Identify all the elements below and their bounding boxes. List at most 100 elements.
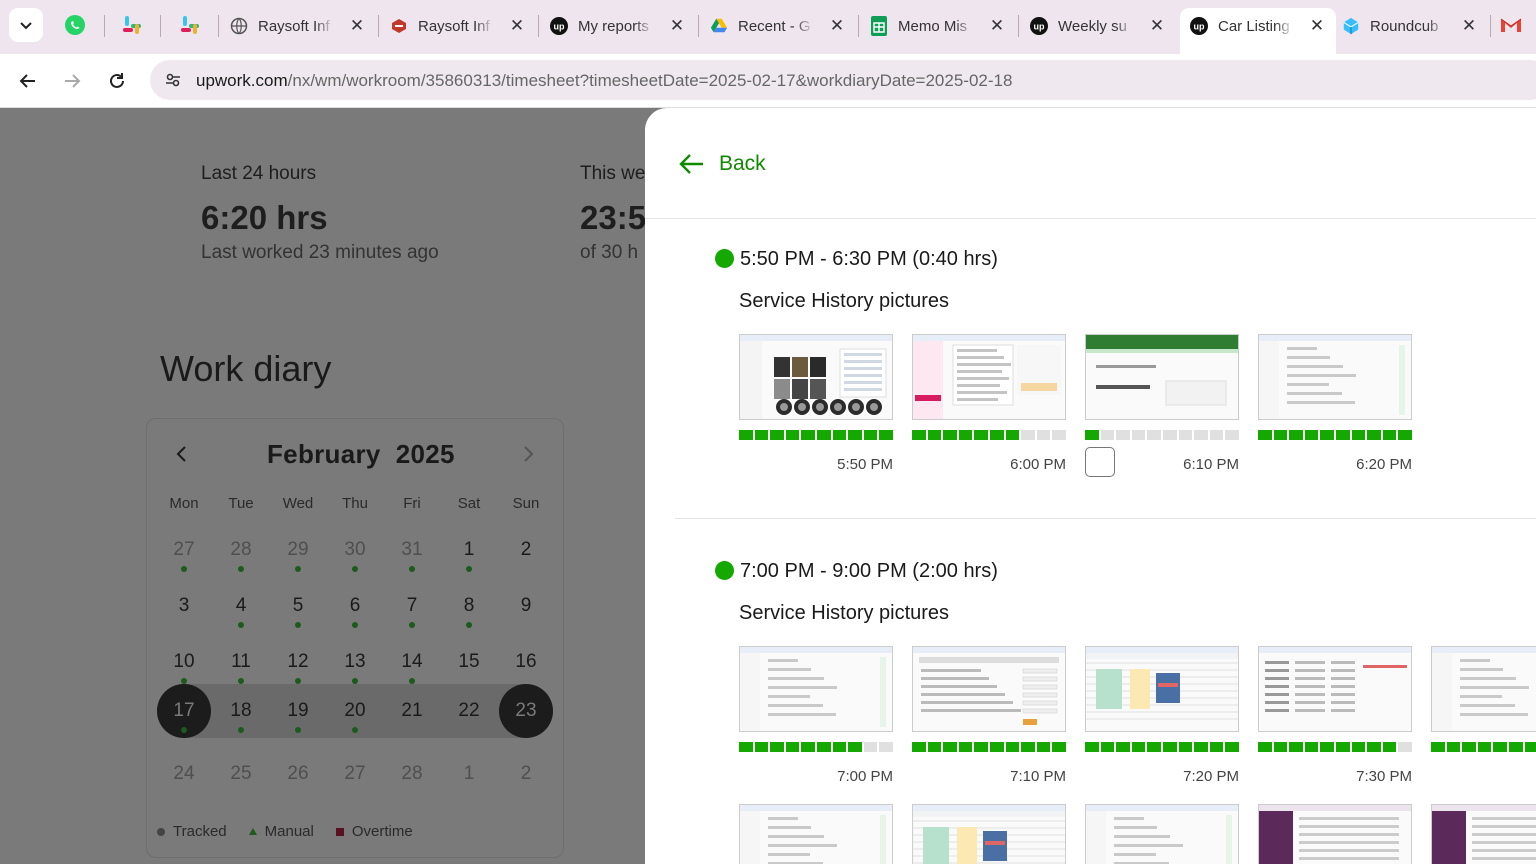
calendar-day[interactable]: 10: [157, 635, 211, 689]
screenshot-select-checkbox[interactable]: [1085, 447, 1115, 477]
calendar-day[interactable]: 11: [214, 635, 268, 689]
calendar-day[interactable]: 26: [271, 747, 325, 801]
calendar-day[interactable]: 28: [385, 747, 439, 801]
day-number: 2: [520, 539, 532, 560]
calendar-day[interactable]: 30: [328, 523, 382, 577]
calendar-day[interactable]: 15: [442, 635, 496, 689]
screenshot-card[interactable]: 6:20 PM: [1258, 334, 1412, 473]
calendar-day[interactable]: 14: [385, 635, 439, 689]
screenshot-thumbnail[interactable]: [912, 334, 1066, 420]
calendar-day[interactable]: 18: [214, 684, 268, 738]
calendar-day[interactable]: 16: [499, 635, 553, 689]
pinned-tab-slack-2[interactable]: [175, 10, 205, 40]
screenshot-card[interactable]: 7: [1431, 646, 1536, 785]
calendar-day[interactable]: 28: [214, 523, 268, 577]
calendar-day[interactable]: 19: [271, 684, 325, 738]
calendar-day[interactable]: 21: [385, 684, 439, 738]
calendar-day[interactable]: 27: [157, 523, 211, 577]
calendar-day[interactable]: 2: [499, 523, 553, 577]
calendar-day[interactable]: 12: [271, 635, 325, 689]
calendar-day[interactable]: 2: [499, 747, 553, 801]
screenshot-card[interactable]: 7:20 PM: [1085, 646, 1239, 785]
browser-tab-active[interactable]: up Car Listing ✕: [1180, 8, 1336, 54]
weekday-header: Mon: [169, 495, 199, 512]
screenshot-card[interactable]: [1431, 804, 1536, 864]
screenshot-thumbnail[interactable]: [912, 646, 1066, 732]
calendar-day[interactable]: 9: [499, 579, 553, 633]
close-tab-icon[interactable]: ✕: [348, 16, 366, 35]
calendar-day[interactable]: 23: [499, 684, 553, 738]
screenshot-card[interactable]: [1085, 804, 1239, 864]
calendar-day[interactable]: 25: [214, 747, 268, 801]
close-tab-icon[interactable]: ✕: [988, 16, 1006, 35]
calendar-day[interactable]: 13: [328, 635, 382, 689]
reload-button[interactable]: [101, 65, 133, 97]
calendar-day[interactable]: 31: [385, 523, 439, 577]
screenshot-thumbnail[interactable]: [1258, 804, 1412, 864]
calendar-day[interactable]: 6: [328, 579, 382, 633]
calendar-day[interactable]: 1: [442, 523, 496, 577]
close-tab-icon[interactable]: ✕: [1148, 16, 1166, 35]
address-bar[interactable]: upwork.com/nx/wm/workroom/35860313/times…: [150, 60, 1536, 100]
screenshot-thumbnail[interactable]: [1431, 804, 1536, 864]
pinned-tab-slack-1[interactable]: [117, 10, 147, 40]
calendar-day[interactable]: 24: [157, 747, 211, 801]
screenshot-card[interactable]: 7:30 PM: [1258, 646, 1412, 785]
browser-tab[interactable]: Raysoft Inf ✕: [380, 8, 536, 44]
calendar-day[interactable]: 3: [157, 579, 211, 633]
calendar-day[interactable]: 4: [214, 579, 268, 633]
screenshot-thumbnail[interactable]: [1431, 646, 1536, 732]
screenshot-time: 7: [1431, 768, 1536, 785]
screenshot-card[interactable]: 5:50 PM: [739, 334, 893, 473]
calendar-day[interactable]: 5: [271, 579, 325, 633]
screenshot-thumbnail[interactable]: [739, 334, 893, 420]
browser-tab[interactable]: Roundcub ✕: [1332, 8, 1488, 44]
calendar-day[interactable]: 27: [328, 747, 382, 801]
next-month-button[interactable]: [515, 441, 541, 467]
screenshot-thumbnail[interactable]: [739, 646, 893, 732]
calendar-day[interactable]: 22: [442, 684, 496, 738]
close-tab-icon[interactable]: ✕: [508, 16, 526, 35]
calendar-day[interactable]: 17: [157, 684, 211, 738]
screenshot-card[interactable]: [1258, 804, 1412, 864]
calendar-day[interactable]: 8: [442, 579, 496, 633]
close-tab-icon[interactable]: ✕: [828, 16, 846, 35]
tab-search-button[interactable]: [9, 8, 43, 42]
screenshot-thumbnail[interactable]: [912, 804, 1066, 864]
screenshot-card[interactable]: [912, 804, 1066, 864]
calendar-day[interactable]: 7: [385, 579, 439, 633]
back-nav-button[interactable]: [12, 65, 44, 97]
back-button[interactable]: Back: [677, 152, 766, 176]
calendar-day[interactable]: 20: [328, 684, 382, 738]
browser-tab[interactable]: up Weekly su ✕: [1020, 8, 1176, 44]
svg-text:up: up: [1034, 22, 1045, 32]
forward-nav-button[interactable]: [56, 65, 88, 97]
calendar-day[interactable]: 29: [271, 523, 325, 577]
screenshot-thumbnail[interactable]: [1085, 334, 1239, 420]
close-tab-icon[interactable]: ✕: [668, 16, 686, 35]
gmail-tab[interactable]: [1496, 10, 1526, 40]
pinned-tab-whatsapp[interactable]: [60, 10, 90, 40]
screenshot-thumbnail[interactable]: [739, 804, 893, 864]
screenshot-card[interactable]: [739, 804, 893, 864]
browser-tab[interactable]: Raysoft Inf ✕: [220, 8, 376, 44]
browser-tab[interactable]: Recent - G ✕: [700, 8, 856, 44]
screenshot-card[interactable]: 7:00 PM: [739, 646, 893, 785]
screenshot-thumbnail[interactable]: [1085, 804, 1239, 864]
screenshot-thumbnail[interactable]: [1258, 646, 1412, 732]
site-info-icon[interactable]: [160, 67, 186, 93]
screenshot-card[interactable]: 6:10 PM: [1085, 334, 1239, 477]
screenshot-time: 7:20 PM: [1183, 768, 1239, 785]
browser-tab[interactable]: Memo Mis ✕: [860, 8, 1016, 44]
screenshot-thumbnail[interactable]: [1085, 646, 1239, 732]
day-number: 20: [344, 700, 366, 721]
weekday-header: Fri: [403, 495, 421, 512]
screenshot-card[interactable]: 6:00 PM: [912, 334, 1066, 473]
close-tab-icon[interactable]: ✕: [1308, 16, 1326, 35]
close-tab-icon[interactable]: ✕: [1460, 16, 1478, 35]
screenshot-card[interactable]: 7:10 PM: [912, 646, 1066, 785]
browser-tab[interactable]: up My reports ✕: [540, 8, 696, 44]
calendar-day[interactable]: 1: [442, 747, 496, 801]
prev-month-button[interactable]: [169, 441, 195, 467]
screenshot-thumbnail[interactable]: [1258, 334, 1412, 420]
